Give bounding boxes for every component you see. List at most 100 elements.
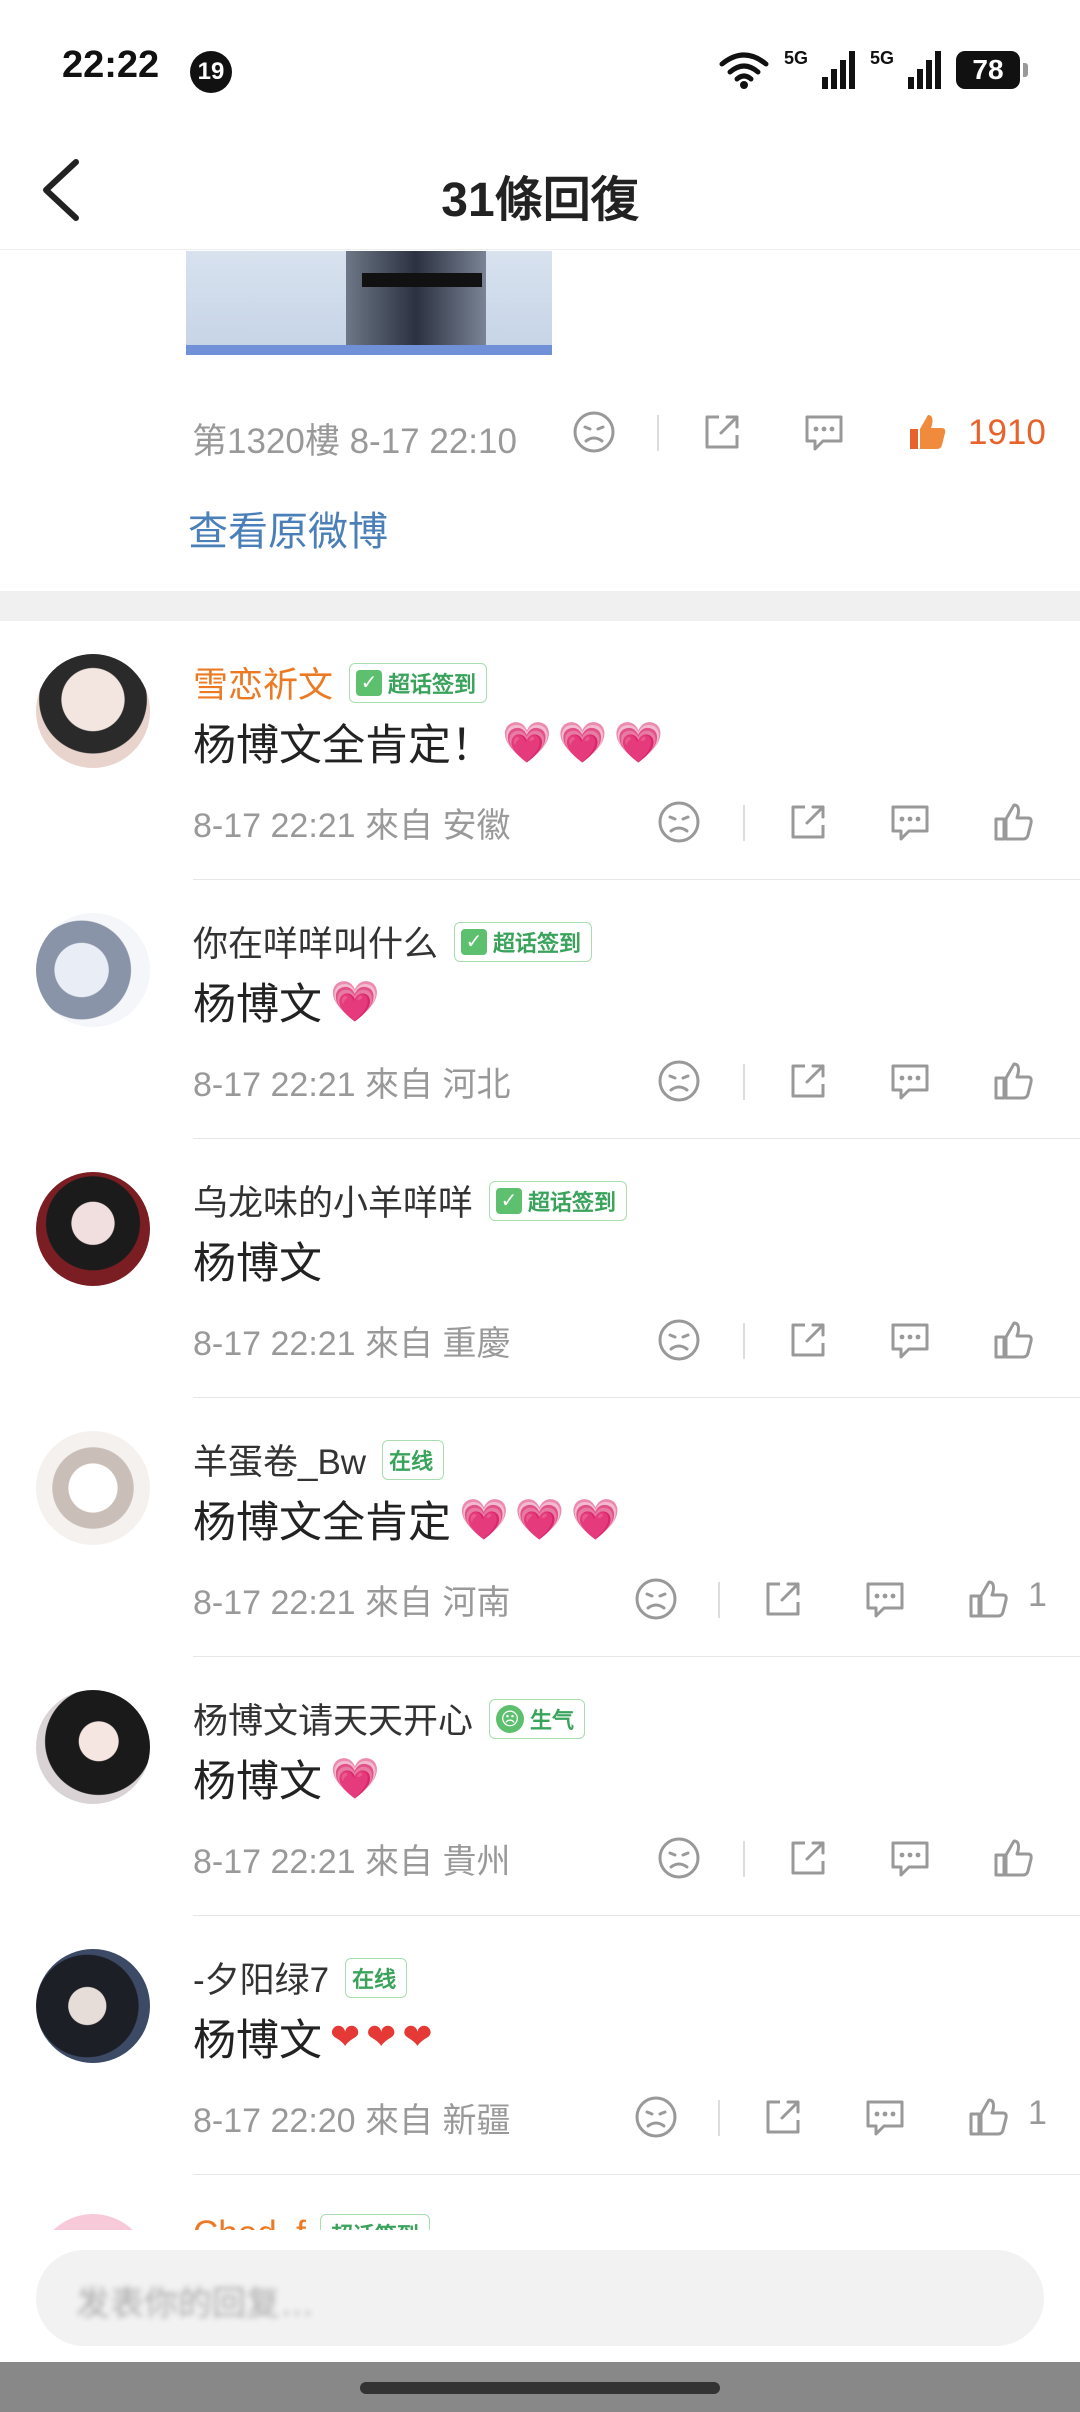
comment-body: 杨博文全肯定！ — [193, 722, 494, 770]
comment-actions: 1 — [0, 1568, 1080, 1628]
action-divider — [718, 1582, 720, 1618]
username[interactable]: 雪恋祈文 — [193, 657, 333, 708]
avatar[interactable] — [36, 1172, 150, 1286]
network-label-1: 5G — [783, 48, 808, 68]
avatar[interactable] — [36, 1690, 150, 1804]
share-icon[interactable] — [760, 2094, 806, 2140]
network-label-2: 5G — [869, 48, 894, 68]
comment-actions: 1 — [0, 2086, 1080, 2146]
comment-item[interactable]: 杨博文请天天开心 ☹ 生气 杨博文 💗 8-17 22:21 來自 貴州 — [0, 1657, 1080, 1916]
comment-actions — [0, 791, 1080, 851]
share-icon[interactable] — [785, 1317, 831, 1363]
dislike-icon[interactable] — [571, 409, 617, 455]
share-icon[interactable] — [785, 799, 831, 845]
comment-text: 杨博文 💗 — [193, 1747, 386, 1809]
comment-icon[interactable] — [887, 1058, 933, 1104]
reply-input[interactable]: 发表你的回复… — [36, 2250, 1044, 2346]
status-icons: 5G 5G 78 — [718, 48, 1028, 92]
share-icon[interactable] — [699, 409, 745, 455]
comment-item[interactable]: 羊蛋卷_Bw 在线 杨博文全肯定 💗💗💗 8-17 22:21 來自 河南 1 — [0, 1398, 1080, 1657]
signal-icon — [908, 51, 941, 89]
badge-label: 生气 — [530, 1707, 575, 1733]
comment-icon[interactable] — [887, 1317, 933, 1363]
comment-item[interactable]: 乌龙味的小羊咩咩 ✓ 超话签到 杨博文 8-17 22:21 來自 重慶 — [0, 1139, 1080, 1398]
avatar[interactable] — [36, 1431, 150, 1545]
badge-label: 超话签到 — [493, 930, 582, 956]
username[interactable]: 你在咩咩叫什么 — [193, 916, 438, 967]
reply-input-area: 发表你的回复… — [0, 2230, 1080, 2360]
heart-emoji-icon: 💗💗💗 — [502, 720, 670, 765]
comment-body: 杨博文 — [193, 1240, 322, 1288]
dislike-icon[interactable] — [656, 799, 702, 845]
share-icon[interactable] — [760, 1576, 806, 1622]
post-image[interactable] — [186, 251, 552, 355]
dislike-icon[interactable] — [633, 1576, 679, 1622]
comment-actions — [0, 1827, 1080, 1887]
comment-item[interactable]: 雪恋祈文 ✓ 超话签到 杨博文全肯定！ 💗💗💗 8-17 22:21 來自 安徽 — [0, 621, 1080, 880]
user-badge: ✓ 超话签到 — [454, 921, 593, 962]
comment-icon[interactable] — [801, 409, 847, 455]
avatar[interactable] — [36, 654, 150, 768]
system-nav-area — [0, 2362, 1080, 2412]
user-badge: ☹ 生气 — [489, 1698, 586, 1739]
dislike-icon[interactable] — [633, 2094, 679, 2140]
username[interactable]: 羊蛋卷_Bw — [193, 1434, 366, 1485]
original-post: 第1320樓 8-17 22:10 1910 查看原微博 — [0, 251, 1080, 591]
section-divider — [0, 591, 1080, 621]
username[interactable]: 杨博文请天天开心 — [193, 1693, 473, 1744]
comment-icon[interactable] — [862, 1576, 908, 1622]
comment-icon[interactable] — [862, 2094, 908, 2140]
view-original-link[interactable]: 查看原微博 — [188, 499, 388, 557]
comment-body: 杨博文 — [193, 2017, 322, 2065]
like-count: 1 — [1028, 2094, 1047, 2132]
like-icon[interactable] — [990, 799, 1036, 845]
action-divider — [743, 1064, 745, 1100]
check-icon: ✓ — [496, 1187, 523, 1214]
comment-text: 杨博文全肯定 💗💗💗 — [193, 1488, 626, 1550]
action-divider — [743, 1323, 745, 1359]
comment-icon[interactable] — [887, 799, 933, 845]
like-icon[interactable] — [990, 1835, 1036, 1881]
badge-label: 超话签到 — [388, 671, 477, 697]
like-icon[interactable] — [990, 1317, 1036, 1363]
dislike-icon[interactable] — [656, 1317, 702, 1363]
signal-icon — [821, 51, 855, 89]
dislike-icon[interactable] — [656, 1835, 702, 1881]
user-badge: ✓ 超话签到 — [489, 1180, 628, 1221]
avatar[interactable] — [36, 913, 150, 1027]
like-icon[interactable] — [965, 2094, 1011, 2140]
comment-actions — [0, 1309, 1080, 1369]
badge-label: 在线 — [389, 1448, 434, 1474]
notification-count-badge: 19 — [190, 51, 232, 93]
share-icon[interactable] — [785, 1058, 831, 1104]
like-count: 1910 — [968, 413, 1046, 452]
comment-icon[interactable] — [887, 1835, 933, 1881]
row-divider — [193, 2174, 1080, 2175]
dislike-icon[interactable] — [656, 1058, 702, 1104]
username[interactable]: -夕阳绿7 — [193, 1952, 329, 2003]
like-icon[interactable] — [990, 1058, 1036, 1104]
check-icon: ✓ — [461, 928, 488, 955]
home-indicator[interactable] — [360, 2382, 720, 2394]
comment-item[interactable]: 你在咩咩叫什么 ✓ 超话签到 杨博文 💗 8-17 22:21 來自 河北 — [0, 880, 1080, 1139]
user-badge: 在线 — [382, 1439, 445, 1480]
action-divider — [657, 415, 659, 451]
status-bar: 22:22 19 5G 5G 78 — [0, 0, 1080, 130]
action-divider — [718, 2100, 720, 2136]
status-time: 22:22 — [62, 44, 160, 86]
like-icon[interactable] — [965, 1576, 1011, 1622]
like-icon[interactable] — [904, 409, 950, 455]
comment-body: 杨博文全肯定 — [193, 1499, 451, 1547]
comment-text: 杨博文 💗 — [193, 970, 386, 1032]
comment-actions — [0, 1050, 1080, 1110]
heart-emoji-icon: 💗 — [330, 1756, 386, 1801]
avatar[interactable] — [36, 1949, 150, 2063]
share-icon[interactable] — [785, 1835, 831, 1881]
comment-text: 杨博文全肯定！ 💗💗💗 — [193, 711, 669, 773]
action-divider — [743, 1841, 745, 1877]
like-count: 1 — [1028, 1576, 1047, 1614]
username[interactable]: 乌龙味的小羊咩咩 — [193, 1175, 473, 1226]
comment-item[interactable]: -夕阳绿7 在线 杨博文 ❤❤❤ 8-17 22:20 來自 新疆 1 — [0, 1916, 1080, 2175]
check-icon: ✓ — [356, 669, 383, 696]
heart-emoji-icon: 💗 — [330, 979, 386, 1024]
